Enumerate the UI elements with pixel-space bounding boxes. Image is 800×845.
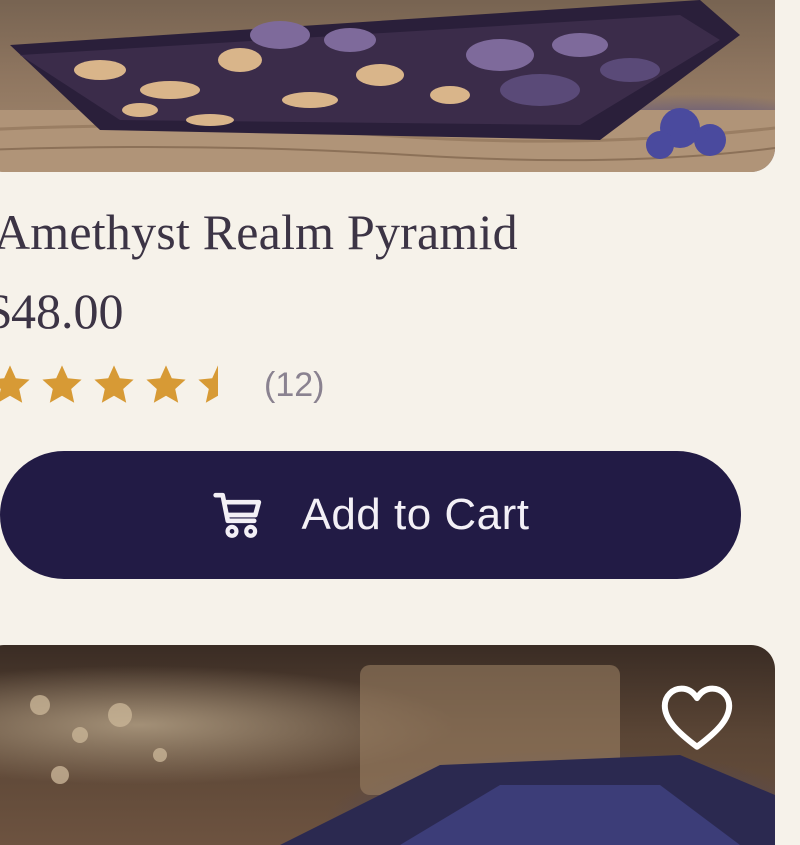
heart-outline-icon [661, 685, 733, 750]
wishlist-button[interactable] [655, 675, 739, 759]
star-half-icon [198, 365, 218, 403]
star-full-icon [42, 365, 82, 403]
product-rating[interactable]: (12) [0, 361, 324, 409]
review-count[interactable]: (12) [264, 366, 324, 405]
rating-stars [0, 361, 242, 409]
add-to-cart-label: Add to Cart [301, 490, 530, 539]
product-title[interactable]: Amethyst Realm Pyramid [0, 203, 518, 261]
shopping-cart-icon [213, 492, 262, 538]
product-price: $48.00 [0, 283, 124, 339]
star-full-icon [0, 365, 30, 403]
add-to-cart-button[interactable]: Add to Cart [0, 451, 741, 579]
star-full-icon [146, 365, 186, 403]
star-full-icon [94, 365, 134, 403]
product-image[interactable] [0, 0, 775, 172]
